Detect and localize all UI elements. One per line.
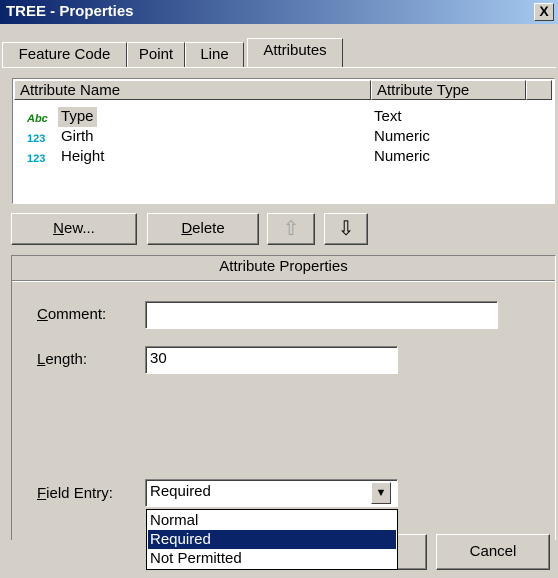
chevron-down-icon[interactable]: ▼	[371, 482, 391, 504]
group-divider	[12, 280, 555, 282]
field-entry-select[interactable]: Required	[145, 479, 398, 507]
new-mnemonic: N	[53, 220, 64, 237]
column-header-attribute-name[interactable]: Attribute Name	[14, 80, 371, 100]
list-item[interactable]: 123 Girth Numeric	[15, 127, 535, 147]
comment-input[interactable]	[145, 301, 498, 329]
length-input[interactable]: 30	[145, 346, 398, 374]
move-up-button[interactable]: ⇧	[267, 213, 315, 245]
move-down-button[interactable]: ⇩	[324, 213, 368, 245]
column-header-filler	[526, 80, 552, 100]
field-entry-dropdown[interactable]: Normal Required Not Permitted	[146, 509, 398, 570]
window-title: TREE - Properties	[6, 3, 134, 20]
delete-button[interactable]: Delete	[147, 213, 259, 245]
arrow-down-icon: ⇩	[337, 218, 355, 240]
numeric-123-icon: 123	[27, 153, 46, 165]
attribute-name: Height	[61, 148, 105, 165]
arrow-up-icon: ⇧	[282, 218, 300, 240]
new-button[interactable]: New...	[11, 213, 137, 245]
length-label: Length:	[37, 351, 87, 368]
attribute-type: Text	[374, 108, 402, 125]
dropdown-option-normal[interactable]: Normal	[148, 511, 396, 530]
attribute-type: Numeric	[374, 128, 430, 145]
comment-label-text: omment:	[47, 306, 107, 323]
list-item[interactable]: Abc Type Text	[15, 107, 535, 127]
comment-label: Comment:	[37, 306, 106, 323]
delete-label: elete	[192, 220, 225, 237]
numeric-123-icon: 123	[27, 133, 46, 145]
tab-feature-code[interactable]: Feature Code	[2, 42, 127, 68]
title-bar[interactable]: TREE - Properties X	[0, 0, 558, 24]
dropdown-option-not-permitted[interactable]: Not Permitted	[148, 549, 396, 568]
attribute-name: Girth	[61, 128, 94, 145]
attribute-type: Numeric	[374, 148, 430, 165]
delete-mnemonic: D	[181, 220, 193, 237]
tab-point[interactable]: Point	[127, 42, 185, 68]
length-label-text: ength:	[45, 351, 88, 368]
field-entry-mnemonic: F	[37, 485, 47, 502]
comment-mnemonic: C	[37, 306, 48, 323]
field-entry-label-text: ield Entry:	[46, 485, 113, 502]
group-title: Attribute Properties	[219, 258, 348, 275]
tab-attributes[interactable]: Attributes	[247, 38, 343, 67]
column-header-attribute-type[interactable]: Attribute Type	[371, 80, 526, 100]
dropdown-option-required[interactable]: Required	[148, 530, 396, 549]
abc-text-icon: Abc	[27, 113, 48, 125]
attribute-list[interactable]: Attribute Name Attribute Type Abc Type T…	[12, 78, 555, 204]
field-entry-label: Field Entry:	[37, 485, 113, 502]
properties-dialog: TREE - Properties X Feature Code Point L…	[0, 0, 558, 578]
tab-line[interactable]: Line	[185, 42, 244, 68]
new-label: ew...	[63, 220, 95, 237]
cancel-button[interactable]: Cancel	[436, 534, 550, 570]
attribute-name: Type	[58, 107, 97, 127]
list-item[interactable]: 123 Height Numeric	[15, 147, 535, 167]
close-button[interactable]: X	[534, 3, 554, 21]
